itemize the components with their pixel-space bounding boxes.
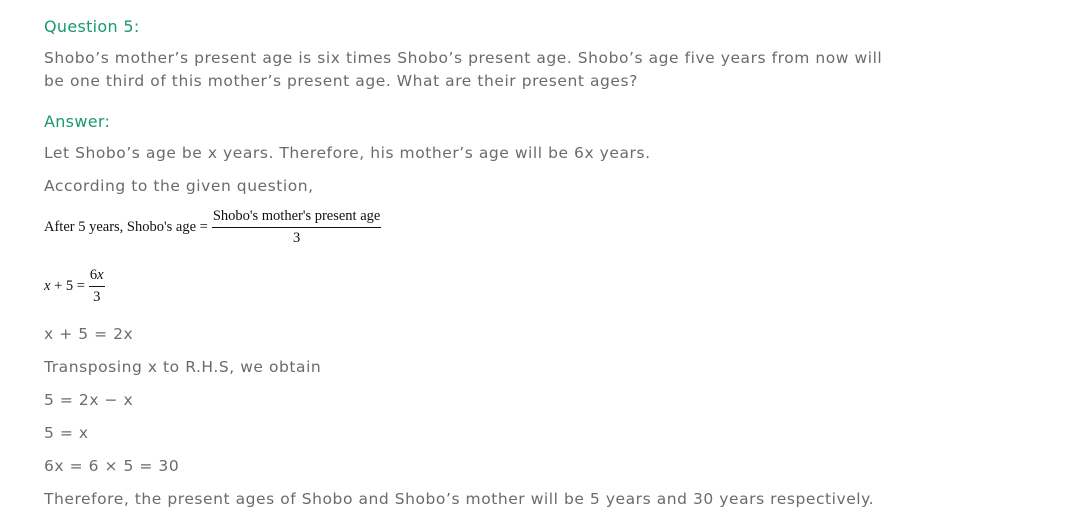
question-text-line-1: Shobo’s mother’s present age is six time…	[44, 49, 883, 67]
question-heading: Question 5:	[44, 17, 140, 36]
transposing-statement: Transposing x to R.H.S, we obtain	[44, 358, 322, 376]
step-x-plus-five-equals-2x: x + 5 = 2x	[44, 325, 134, 343]
question-text-line-2: be one third of this mother’s present ag…	[44, 72, 638, 90]
equation-1-numerator: Shobo's mother's present age	[211, 208, 382, 228]
equation-after-five-years: After 5 years, Shobo's age = Shobo's mot…	[44, 208, 382, 247]
answer-heading: Answer:	[44, 112, 111, 131]
equation-1-lhs: After 5 years, Shobo's age =	[44, 219, 208, 235]
answer-according-statement: According to the given question,	[44, 177, 314, 195]
answer-let-statement: Let Shobo’s age be x years. Therefore, h…	[44, 144, 651, 162]
step-five-equals-2x-minus-x: 5 = 2x − x	[44, 391, 134, 409]
equation-2-lhs-rest: + 5 =	[50, 278, 85, 294]
step-five-equals-x: 5 = x	[44, 424, 89, 442]
conclusion-statement: Therefore, the present ages of Shobo and…	[44, 490, 875, 508]
equation-2-numerator-variable: x	[97, 267, 104, 283]
equation-1-denominator: 3	[292, 230, 301, 246]
equation-x-plus-five: x + 5 = 6x 3	[44, 267, 105, 306]
equation-1-fraction: Shobo's mother's present age 3	[211, 208, 382, 247]
equation-2-denominator: 3	[93, 289, 101, 305]
step-six-x-equals-thirty: 6x = 6 × 5 = 30	[44, 457, 180, 475]
equation-2-numerator: 6x	[88, 267, 105, 287]
equation-2-fraction: 6x 3	[88, 267, 105, 306]
